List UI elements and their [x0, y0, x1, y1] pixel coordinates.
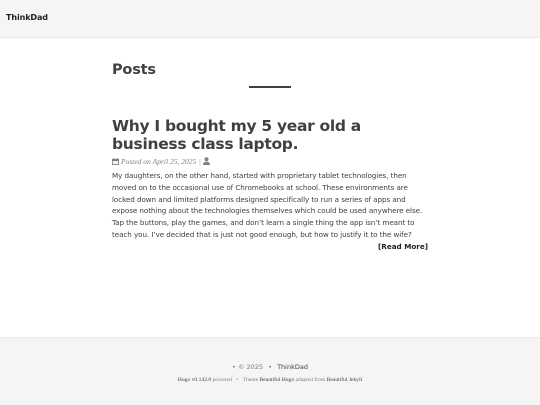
hugo-link[interactable]: Hugo v0.142.0	[178, 377, 211, 383]
user-icon	[202, 157, 210, 165]
post-date: April 25, 2025	[152, 156, 197, 166]
read-more-link[interactable]: [Read More]	[378, 242, 428, 251]
jekyll-link[interactable]: Beautiful Jekyll	[327, 377, 363, 383]
navbar: ThinkDad	[0, 0, 540, 38]
meta-separator: |	[199, 156, 201, 166]
author-link[interactable]: ThinkDad	[277, 363, 308, 371]
calendar-icon	[112, 157, 119, 165]
meta-prefix: Posted on	[121, 156, 151, 166]
page-heading: Posts	[112, 62, 156, 78]
post-excerpt: My daughters, on the other hand, started…	[112, 171, 423, 239]
footer-bullet: •	[268, 363, 272, 371]
credits-bullet: •	[236, 377, 239, 383]
theme-label: Theme	[242, 377, 259, 383]
copyright-text: © 2025	[237, 363, 264, 371]
brand-link[interactable]: ThinkDad	[6, 13, 48, 22]
footer-credits: Hugo v0.142.0 powered • Theme Beautiful …	[0, 377, 540, 383]
heading-divider	[249, 86, 291, 88]
powered-text: powered	[212, 377, 232, 383]
footer-bullet: •	[232, 363, 236, 371]
footer: • © 2025 • ThinkDad Hugo v0.142.0 powere…	[0, 337, 540, 405]
post-meta: Posted on April 25, 2025 |	[112, 156, 210, 166]
adapted-text: adapted from	[295, 377, 326, 383]
theme-link[interactable]: Beautiful Hugo	[260, 377, 295, 383]
footer-copyright: • © 2025 • ThinkDad	[0, 363, 540, 371]
post-title-link[interactable]: Why I bought my 5 year old a business cl…	[112, 117, 432, 153]
